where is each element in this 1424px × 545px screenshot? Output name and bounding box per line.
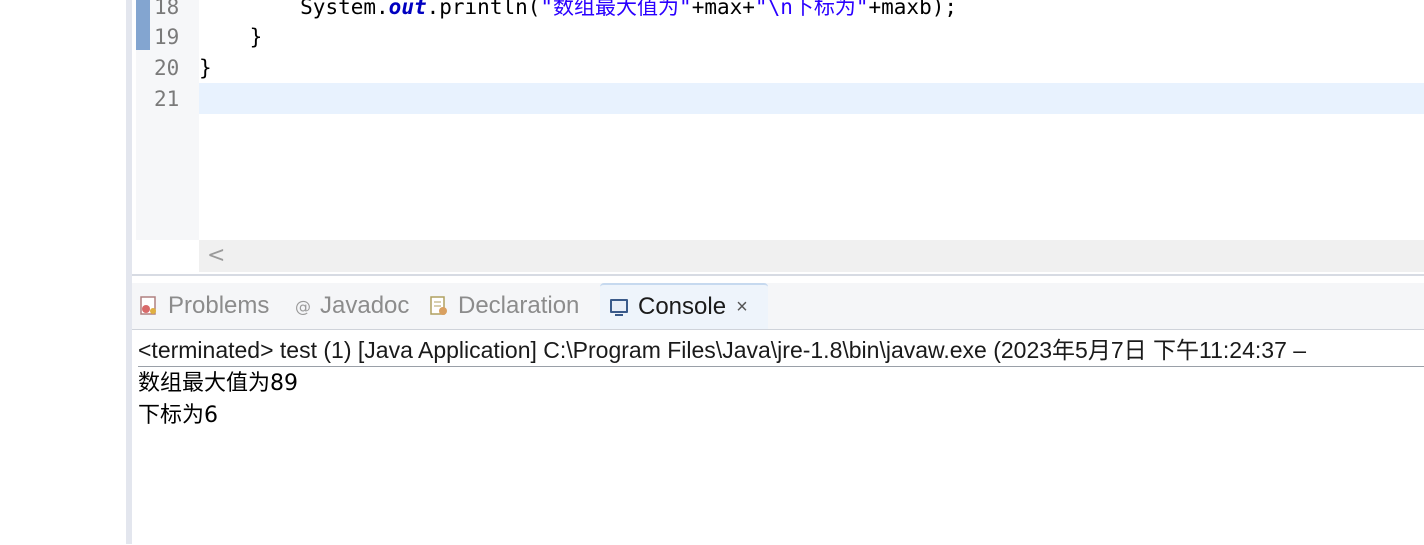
code-token-string: "数组最大值为" — [540, 0, 692, 19]
line-number: 21 — [154, 87, 180, 111]
svg-text:@: @ — [295, 297, 311, 316]
line-number-gutter: 18 19 20 21 — [154, 0, 204, 240]
tab-console[interactable]: Console × — [600, 283, 768, 329]
console-output-line: 数组最大值为89 — [138, 371, 298, 396]
code-line[interactable]: } — [199, 53, 212, 84]
problems-icon — [138, 295, 160, 317]
at-icon: @ — [294, 295, 312, 317]
code-line[interactable]: } — [199, 22, 263, 53]
tab-label: Javadoc — [320, 292, 410, 319]
tab-label: Console — [638, 293, 727, 320]
horizontal-scrollbar[interactable]: < — [199, 240, 1424, 272]
line-number: 18 — [154, 0, 180, 19]
code-line[interactable]: System.out.println("数组最大值为"+max+"\n下标为"+… — [199, 0, 957, 23]
scroll-left-icon[interactable]: < — [207, 240, 227, 272]
tab-label: Declaration — [458, 292, 580, 319]
tab-declaration[interactable]: Declaration — [428, 283, 579, 329]
tab-javadoc[interactable]: @ Javadoc — [294, 283, 409, 329]
view-tab-bar: Problems @ Javadoc Declaration Console × — [132, 283, 1424, 329]
declaration-icon — [428, 295, 450, 317]
console-view[interactable]: <terminated> test (1) [Java Application]… — [132, 329, 1424, 545]
code-token: .println( — [426, 0, 541, 19]
console-process-description: <terminated> test (1) [Java Application]… — [138, 334, 1424, 367]
current-line-highlight — [199, 83, 1424, 114]
tab-label: Problems — [168, 292, 270, 319]
console-icon — [608, 296, 630, 318]
left-panel — [0, 0, 126, 544]
code-token: +max+ — [691, 0, 755, 19]
close-icon[interactable]: × — [736, 296, 748, 319]
code-token: +maxb); — [868, 0, 958, 19]
tab-problems[interactable]: Problems — [138, 283, 269, 329]
code-editor[interactable]: 18 19 20 21 System.out.println("数组最大值为"+… — [132, 0, 1424, 276]
change-marker[interactable] — [136, 0, 150, 50]
code-token-string: "\n下标为" — [754, 0, 869, 19]
code-token: System. — [300, 0, 389, 19]
line-number: 20 — [154, 56, 180, 80]
code-text-area[interactable]: System.out.println("数组最大值为"+max+"\n下标为"+… — [199, 0, 1424, 240]
console-output-line: 下标为6 — [138, 403, 218, 428]
line-number: 19 — [154, 25, 180, 49]
code-token-field: out — [388, 0, 427, 19]
